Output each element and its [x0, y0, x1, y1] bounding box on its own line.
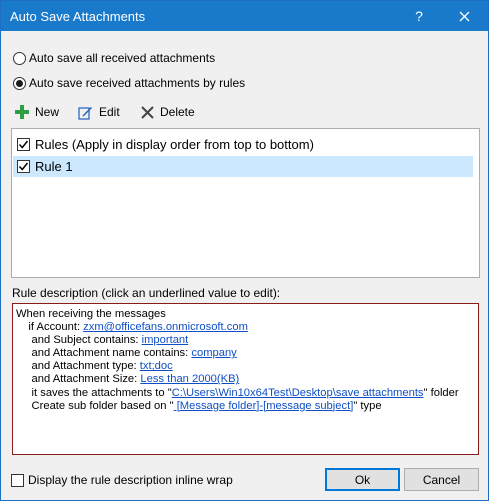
radio-save-by-rules-indicator[interactable]	[13, 76, 26, 90]
desc-line: it saves the attachments to "C:\Users\Wi…	[16, 387, 475, 400]
desc-text: it saves the attachments to "	[16, 386, 172, 399]
desc-text: and Subject contains:	[16, 334, 142, 347]
edit-rule-button[interactable]: Edit	[78, 102, 120, 122]
desc-line: Create sub folder based on " [Message fo…	[16, 400, 475, 413]
rules-header-label: Rules (Apply in display order from top t…	[35, 137, 314, 152]
attachment-type-link[interactable]: txt;doc	[140, 360, 173, 372]
desc-line: and Subject contains: important	[16, 334, 475, 347]
desc-text: and Attachment type:	[16, 360, 140, 373]
new-rule-button[interactable]: New	[15, 102, 59, 122]
subject-link[interactable]: important	[142, 334, 189, 346]
desc-text: if Account:	[16, 321, 84, 334]
attachment-name-link[interactable]: company	[191, 347, 236, 359]
plus-icon	[15, 105, 29, 119]
window-title: Auto Save Attachments	[10, 9, 146, 24]
rules-header-checkbox[interactable]	[17, 138, 30, 151]
title-bar: Auto Save Attachments ?	[1, 1, 488, 31]
radio-save-all-label: Auto save all received attachments	[29, 51, 216, 65]
edit-rule-label: Edit	[99, 105, 120, 119]
desc-text: and Attachment name contains:	[16, 347, 192, 360]
edit-icon	[78, 106, 92, 120]
desc-text: " folder	[423, 386, 459, 399]
cancel-button[interactable]: Cancel	[404, 468, 479, 491]
desc-line: if Account: zxm@officefans.onmicrosoft.c…	[16, 321, 475, 334]
delete-rule-button[interactable]: Delete	[141, 102, 195, 122]
checkmark-icon	[18, 162, 29, 171]
desc-line: and Attachment Size: Less than 2000(KB)	[16, 373, 475, 386]
delete-x-icon	[141, 105, 154, 119]
inline-wrap-option[interactable]: Display the rule description inline wrap	[11, 473, 233, 487]
desc-line: When receiving the messages	[16, 308, 475, 321]
desc-text: and Attachment Size:	[16, 373, 141, 386]
desc-line: and Attachment name contains: company	[16, 347, 475, 360]
delete-rule-label: Delete	[160, 105, 195, 119]
rule-1-label: Rule 1	[35, 159, 73, 174]
rules-list[interactable]: Rules (Apply in display order from top t…	[11, 128, 480, 278]
rule-list-item[interactable]: Rule 1	[13, 156, 473, 177]
checkmark-icon	[18, 140, 29, 149]
account-link[interactable]: zxm@officefans.onmicrosoft.com	[83, 321, 248, 333]
rule-description-label: Rule description (click an underlined va…	[12, 286, 281, 300]
close-icon	[459, 11, 469, 21]
ok-button[interactable]: Ok	[325, 468, 400, 491]
radio-save-all-indicator[interactable]	[13, 51, 26, 65]
rule-1-checkbox[interactable]	[17, 160, 30, 173]
radio-save-all[interactable]: Auto save all received attachments	[13, 51, 215, 65]
desc-line: and Attachment type: txt;doc	[16, 360, 475, 373]
radio-save-by-rules[interactable]: Auto save received attachments by rules	[13, 76, 245, 90]
desc-text: " type	[353, 399, 382, 412]
auto-save-attachments-dialog: Auto Save Attachments ? Auto save all re…	[0, 0, 489, 501]
new-rule-label: New	[35, 105, 60, 119]
inline-wrap-label: Display the rule description inline wrap	[28, 473, 233, 487]
desc-text: When receiving the messages	[16, 308, 166, 320]
help-button[interactable]: ?	[399, 1, 439, 31]
radio-save-by-rules-label: Auto save received attachments by rules	[29, 76, 246, 90]
rule-description-box: When receiving the messages if Account: …	[12, 303, 479, 455]
inline-wrap-checkbox[interactable]	[11, 473, 24, 487]
close-button[interactable]	[444, 1, 484, 31]
desc-text: Create sub folder based on "	[16, 399, 174, 412]
save-folder-link[interactable]: C:\Users\Win10x64Test\Desktop\save attac…	[172, 387, 424, 399]
attachment-size-link[interactable]: Less than 2000(KB)	[140, 373, 239, 385]
rules-header-row[interactable]: Rules (Apply in display order from top t…	[17, 134, 477, 155]
subfolder-type-link[interactable]: [Message folder]-[message subject]	[174, 400, 354, 412]
